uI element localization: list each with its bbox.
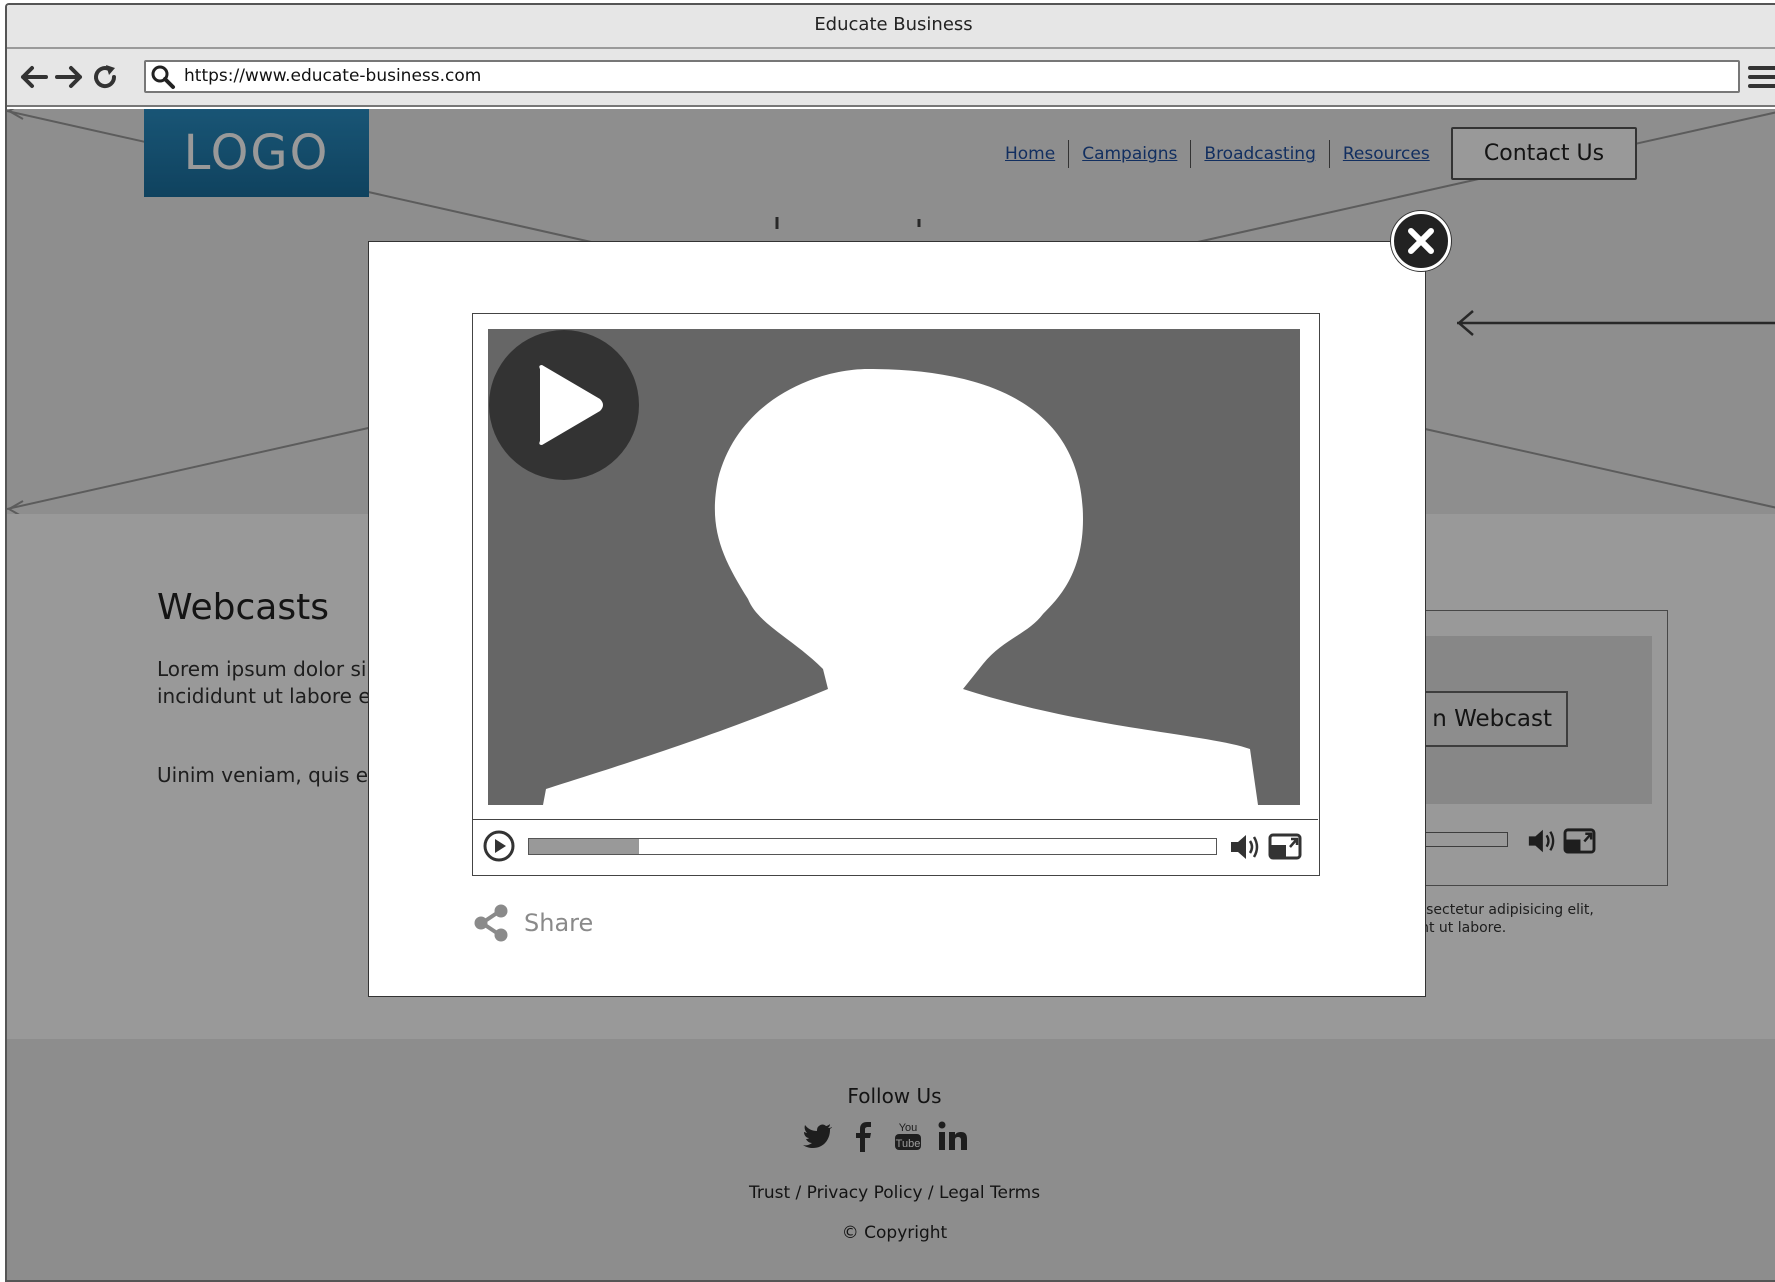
url-text: https://www.educate-business.com xyxy=(184,66,482,86)
share-button[interactable]: Share xyxy=(472,903,593,943)
close-icon xyxy=(1408,228,1434,254)
video-player xyxy=(472,313,1320,876)
browser-window: Educate Business https://www.educate-bus… xyxy=(5,3,1775,1282)
share-label: Share xyxy=(524,909,594,937)
share-icon xyxy=(474,904,508,942)
video-controls xyxy=(473,819,1318,874)
control-play-icon[interactable] xyxy=(483,830,515,862)
video-modal: Share xyxy=(368,241,1426,997)
close-modal-button[interactable] xyxy=(1391,211,1451,271)
hamburger-menu-icon[interactable] xyxy=(1746,62,1775,92)
video-screen[interactable] xyxy=(488,329,1300,805)
reload-icon[interactable] xyxy=(90,62,120,92)
volume-icon[interactable] xyxy=(1228,832,1260,862)
address-bar[interactable]: https://www.educate-business.com xyxy=(144,60,1740,93)
video-progress-fill xyxy=(529,839,639,854)
video-progress-bar[interactable] xyxy=(528,838,1217,855)
browser-screen: Educate Business https://www.educate-bus… xyxy=(0,0,1775,1282)
forward-arrow-icon[interactable] xyxy=(54,62,84,92)
back-arrow-icon[interactable] xyxy=(19,62,49,92)
fullscreen-icon[interactable] xyxy=(1268,831,1302,861)
search-icon xyxy=(151,65,175,89)
play-button-icon[interactable] xyxy=(488,329,640,481)
browser-toolbar: https://www.educate-business.com xyxy=(7,49,1775,107)
page-viewport: LOGO Home Campaigns Broadcasting Resourc… xyxy=(7,109,1775,1280)
window-title: Educate Business xyxy=(7,5,1775,49)
